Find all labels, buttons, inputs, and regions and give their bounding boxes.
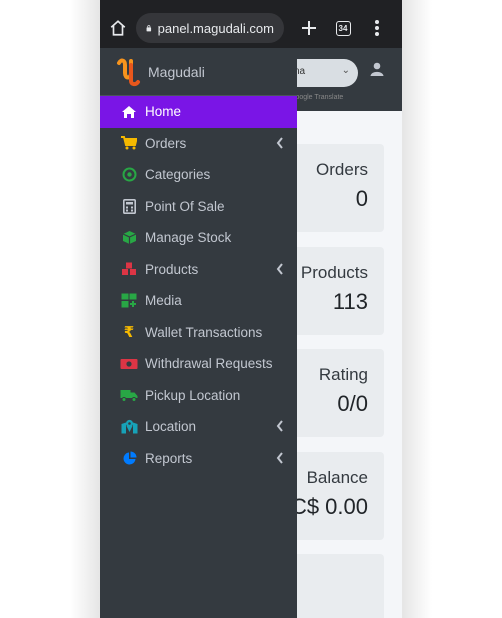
powered-by-text: Google Translate <box>290 94 344 101</box>
home-button[interactable] <box>100 8 136 48</box>
sidebar-item-label: Reports <box>145 450 193 466</box>
browser-home-icon <box>110 20 126 36</box>
sidebar-item-label: Manage Stock <box>145 230 232 246</box>
sidebar-item-label: Categories <box>145 167 211 183</box>
cubes-icon <box>120 260 138 278</box>
sidebar: Magudali Home Orders Categories Point Of… <box>100 48 297 618</box>
sidebar-item-point-of-sale[interactable]: Point Of Sale <box>100 191 297 223</box>
address-bar[interactable]: panel.magudali.com <box>136 13 284 43</box>
box-icon <box>120 229 138 247</box>
sidebar-item-label: Home <box>145 104 182 120</box>
sidebar-item-label: Orders <box>145 135 187 151</box>
card-value: C$ 0.00 <box>290 494 368 519</box>
sidebar-nav: Home Orders Categories Point Of Sale Man… <box>100 96 297 474</box>
left-shadow <box>70 0 100 618</box>
sidebar-item-pickup-location[interactable]: Pickup Location <box>100 380 297 412</box>
right-shadow <box>402 0 432 618</box>
sidebar-item-label: Point Of Sale <box>145 198 225 214</box>
tab-count: 34 <box>335 20 351 36</box>
sidebar-item-home[interactable]: Home <box>100 96 297 128</box>
phone-screen: panel.magudali.com 34 na ⌄ Google Transl… <box>100 0 402 618</box>
plus-icon <box>302 21 316 35</box>
brand-logo-icon <box>117 58 140 86</box>
card-value: 113 <box>332 289 368 314</box>
cart-icon <box>120 134 138 152</box>
sidebar-item-label: Wallet Transactions <box>145 324 263 340</box>
sidebar-item-wallet-transactions[interactable]: ₹ Wallet Transactions <box>100 317 297 349</box>
sidebar-item-categories[interactable]: Categories <box>100 159 297 191</box>
sidebar-item-orders[interactable]: Orders <box>100 128 297 160</box>
new-tab-button[interactable] <box>292 8 326 48</box>
sidebar-item-location[interactable]: Location <box>100 411 297 443</box>
chevron-down-icon: ⌄ <box>341 65 350 76</box>
truck-icon <box>120 386 138 404</box>
brand-link[interactable]: Magudali <box>100 48 297 96</box>
chevron-left-icon <box>276 420 283 432</box>
sidebar-item-manage-stock[interactable]: Manage Stock <box>100 222 297 254</box>
pie-chart-icon <box>120 449 138 467</box>
card-label: Rating <box>318 365 368 384</box>
sidebar-item-label: Products <box>145 261 199 277</box>
card-value: 0 <box>355 186 368 211</box>
sidebar-item-products[interactable]: Products <box>100 254 297 286</box>
kebab-menu-icon <box>375 20 379 36</box>
map-icon <box>120 418 138 436</box>
status-bar <box>100 0 402 8</box>
rupee-icon: ₹ <box>123 323 135 342</box>
chevron-left-icon <box>276 262 283 275</box>
browser-toolbar: panel.magudali.com 34 <box>100 8 402 48</box>
card-label: Products <box>300 263 368 282</box>
url-text: panel.magudali.com <box>157 20 274 36</box>
card-label: Balance <box>306 468 368 487</box>
lock-icon <box>146 25 152 32</box>
chevron-left-icon <box>276 136 283 149</box>
sidebar-item-label: Pickup Location <box>145 387 241 403</box>
sidebar-item-reports[interactable]: Reports <box>100 443 297 475</box>
sidebar-item-media[interactable]: Media <box>100 285 297 317</box>
sidebar-item-label: Withdrawal Requests <box>145 356 273 372</box>
target-icon <box>120 166 138 184</box>
brand-name: Magudali <box>148 63 205 80</box>
card-value: 0/0 <box>337 391 368 416</box>
sidebar-item-label: Media <box>145 293 182 309</box>
card-label: Orders <box>316 160 368 179</box>
media-icon <box>120 292 138 310</box>
chevron-left-icon <box>276 451 283 464</box>
tab-switcher-button[interactable]: 34 <box>326 8 360 48</box>
calculator-icon <box>120 197 138 215</box>
user-icon[interactable] <box>370 62 384 76</box>
money-icon <box>120 355 138 373</box>
home-icon <box>120 103 138 121</box>
sidebar-item-withdrawal-requests[interactable]: Withdrawal Requests <box>100 348 297 380</box>
sidebar-item-label: Location <box>145 419 197 435</box>
browser-menu-button[interactable] <box>360 8 394 48</box>
